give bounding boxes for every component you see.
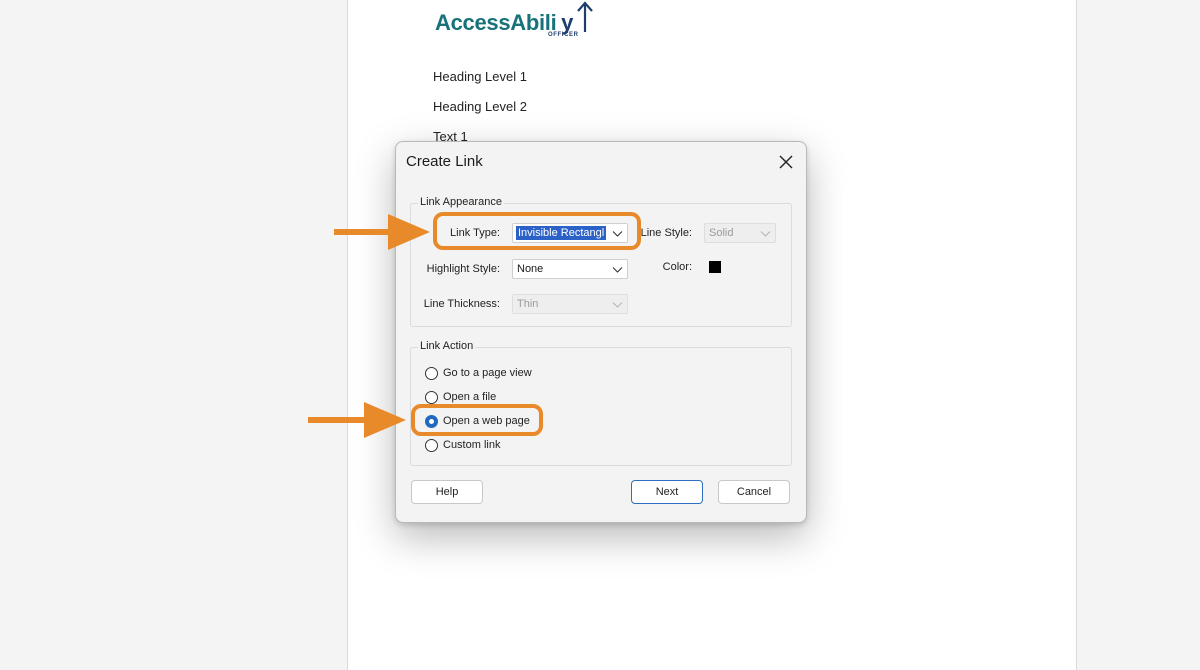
line-thickness-value: Thin bbox=[517, 298, 539, 310]
highlight-style-label: Highlight Style: bbox=[426, 263, 500, 275]
line-style-select: Solid bbox=[704, 223, 776, 243]
dialog-title: Create Link bbox=[406, 153, 483, 170]
radio-button[interactable] bbox=[425, 391, 438, 404]
color-swatch[interactable] bbox=[709, 261, 721, 273]
line-style-value: Solid bbox=[709, 227, 734, 239]
radio-label: Go to a page view bbox=[443, 367, 532, 379]
link-type-highlight-callout bbox=[433, 212, 641, 250]
accessability-officer-logo: AccessAbili y OFFICER bbox=[435, 1, 605, 42]
chevron-down-icon bbox=[612, 267, 623, 273]
doc-heading-1: Heading Level 1 bbox=[433, 69, 527, 84]
help-button[interactable]: Help bbox=[411, 480, 483, 504]
color-label: Color: bbox=[662, 261, 692, 273]
arrow-right-icon bbox=[334, 214, 430, 250]
radio-button[interactable] bbox=[425, 367, 438, 380]
chevron-down-icon bbox=[760, 231, 771, 237]
radio-button[interactable] bbox=[425, 439, 438, 452]
highlight-style-select[interactable]: None bbox=[512, 259, 628, 279]
chevron-down-icon bbox=[612, 302, 623, 308]
line-style-label: Line Style: bbox=[640, 227, 692, 239]
logo-subtitle: OFFICER bbox=[548, 32, 579, 38]
next-button[interactable]: Next bbox=[631, 480, 703, 504]
line-thickness-select: Thin bbox=[512, 294, 628, 314]
close-icon[interactable] bbox=[774, 150, 798, 174]
link-appearance-label: Link Appearance bbox=[418, 196, 504, 208]
doc-heading-2: Heading Level 2 bbox=[433, 99, 527, 114]
open-web-page-highlight-callout bbox=[411, 404, 543, 436]
logo-arrow-icon bbox=[577, 1, 593, 32]
link-action-label: Link Action bbox=[418, 340, 476, 352]
cancel-button[interactable]: Cancel bbox=[718, 480, 790, 504]
highlight-style-value: None bbox=[517, 263, 544, 275]
arrow-right-icon bbox=[308, 402, 406, 438]
line-thickness-label: Line Thickness: bbox=[423, 298, 500, 310]
radio-label: Open a file bbox=[443, 391, 497, 403]
radio-label: Custom link bbox=[443, 439, 501, 451]
